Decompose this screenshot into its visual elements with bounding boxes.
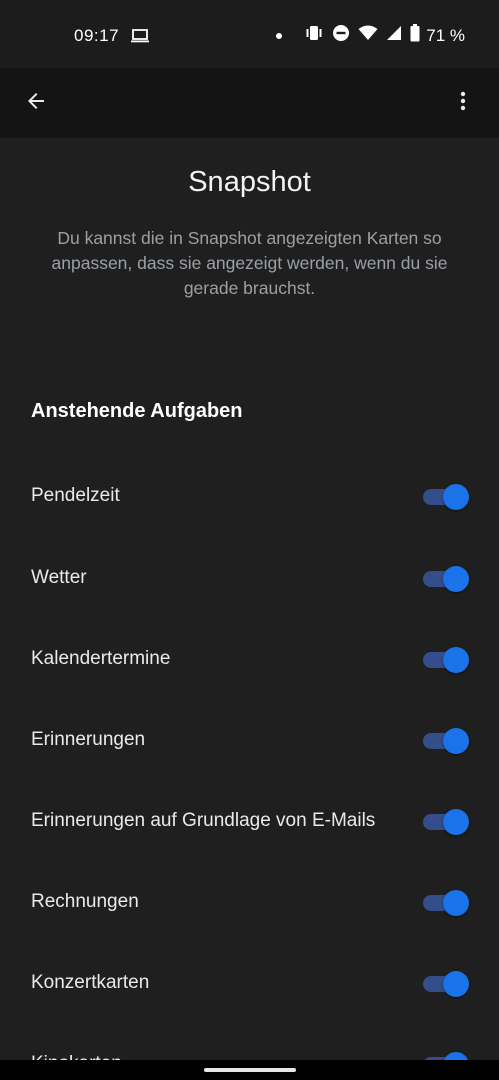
setting-label: Wetter <box>31 566 87 588</box>
page-description: Du kannst die in Snapshot angezeigten Ka… <box>51 228 448 298</box>
more-vert-icon <box>451 89 475 118</box>
status-bar: 09:17 71 % <box>0 0 499 68</box>
cell-signal-icon <box>386 25 402 46</box>
toggle-switch[interactable] <box>423 727 469 754</box>
setting-row-email-erinnerungen[interactable]: Erinnerungen auf Grundlage von E-Mails <box>0 780 499 861</box>
setting-label: Konzertkarten <box>31 971 150 993</box>
setting-row-pendelzeit[interactable]: Pendelzeit <box>0 455 499 536</box>
vibrate-icon <box>304 24 324 47</box>
status-icons: 71 % <box>276 24 465 47</box>
battery-percent: 71 % <box>426 25 465 45</box>
laptop-icon <box>130 28 150 49</box>
battery-icon <box>410 24 420 47</box>
page-title: Snapshot <box>188 166 311 198</box>
home-gesture-handle[interactable] <box>204 1068 296 1072</box>
setting-row-erinnerungen[interactable]: Erinnerungen <box>0 699 499 780</box>
setting-row-konzertkarten[interactable]: Konzertkarten <box>0 942 499 1023</box>
toggle-switch[interactable] <box>423 970 469 997</box>
setting-row-kalendertermine[interactable]: Kalendertermine <box>0 618 499 699</box>
setting-row-wetter[interactable]: Wetter <box>0 537 499 618</box>
notification-dot-icon <box>276 32 283 39</box>
more-options-button[interactable] <box>445 85 481 121</box>
app-toolbar <box>0 68 499 138</box>
section-title: Anstehende Aufgaben <box>31 400 243 422</box>
setting-row-rechnungen[interactable]: Rechnungen <box>0 861 499 942</box>
setting-label: Erinnerungen auf Grundlage von E-Mails <box>31 809 376 831</box>
do-not-disturb-icon <box>332 24 350 47</box>
snapshot-settings-screen: 09:17 71 % Snapshot Du kannst die in Sna… <box>0 0 499 1080</box>
back-button[interactable] <box>18 85 54 121</box>
status-time: 09:17 <box>74 26 120 45</box>
setting-label: Rechnungen <box>31 890 139 912</box>
setting-label: Pendelzeit <box>31 484 120 506</box>
wifi-icon <box>358 25 378 46</box>
toggle-switch[interactable] <box>423 565 469 592</box>
toggle-switch[interactable] <box>423 646 469 673</box>
toggle-switch[interactable] <box>423 483 469 510</box>
setting-label: Kalendertermine <box>31 647 171 669</box>
toggle-switch[interactable] <box>423 889 469 916</box>
setting-label: Erinnerungen <box>31 728 146 750</box>
arrow-back-icon <box>24 89 48 118</box>
toggle-switch[interactable] <box>423 808 469 835</box>
system-nav-bar <box>0 1060 499 1080</box>
